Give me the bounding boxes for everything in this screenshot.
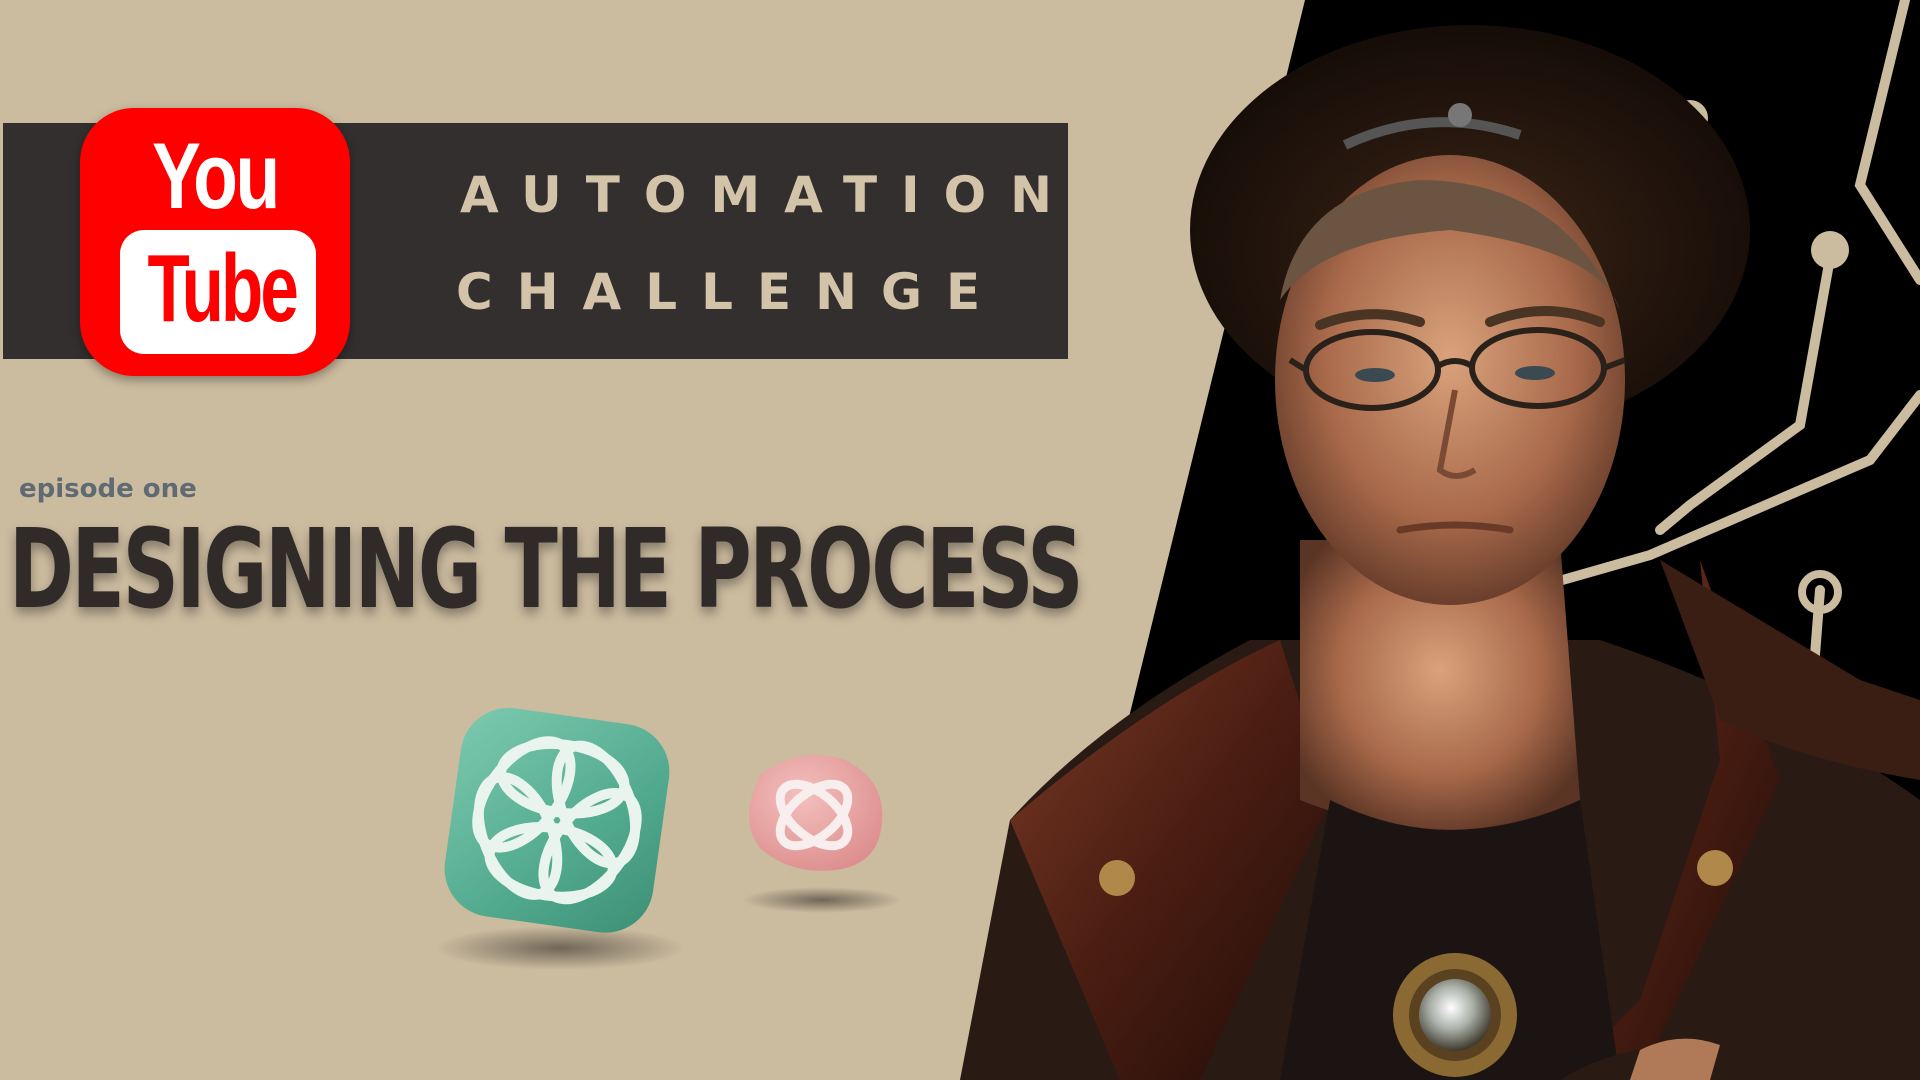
openai-knot-icon (444, 707, 670, 933)
app-icons (435, 707, 902, 970)
atom-orbit-icon (749, 755, 883, 871)
thumbnail: AUTOMATION CHALLENGE You Tube episode on… (0, 0, 1920, 1080)
